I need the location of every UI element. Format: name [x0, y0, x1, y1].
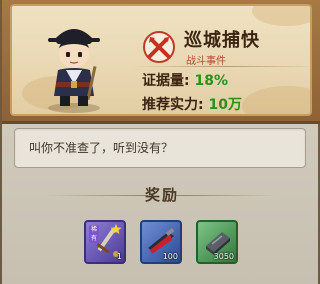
evidence-label: 证据量:	[142, 73, 190, 89]
reward-divider-right	[176, 195, 276, 196]
item-count: 100	[162, 252, 178, 261]
cloud-decoration	[242, 86, 310, 114]
mission-header: 巡城捕快 战斗事件 证据量: 18% 推荐实力: 10万	[10, 4, 312, 116]
recommended-power-stat: 推荐实力: 10万	[142, 94, 242, 114]
battle-event-icon	[143, 31, 175, 63]
star-icon	[110, 224, 122, 234]
reward-item-scroll[interactable]: 100	[140, 220, 182, 264]
constable-portrait	[48, 29, 100, 113]
mission-subtitle: 战斗事件	[186, 56, 226, 67]
recommended-power-value: 10万	[208, 97, 242, 113]
item-count: 3050	[213, 252, 234, 261]
header-divider	[132, 66, 310, 67]
reward-header: 奖励	[2, 184, 320, 206]
mission-header-frame: 巡城捕快 战斗事件 证据量: 18% 推荐实力: 10万	[2, 0, 320, 124]
item-count: 1	[116, 252, 122, 261]
rarity-badge: 稀有	[89, 225, 99, 243]
recommended-power-label: 推荐实力:	[142, 97, 204, 113]
cloud-decoration	[252, 6, 310, 26]
reward-item-ingot[interactable]: 3050	[196, 220, 238, 264]
evidence-value: 18%	[194, 73, 228, 89]
evidence-stat: 证据量: 18%	[142, 70, 228, 90]
reward-item-weapon[interactable]: 稀有 1	[84, 220, 126, 264]
dialog-box: 叫你不准查了，听到没有？	[14, 128, 306, 168]
mission-panel: 巡城捕快 战斗事件 证据量: 18% 推荐实力: 10万 叫你不准查了，听到没有…	[0, 0, 320, 284]
mission-title: 巡城捕快	[184, 30, 260, 51]
dialog-text: 叫你不准查了，听到没有？	[29, 141, 174, 155]
